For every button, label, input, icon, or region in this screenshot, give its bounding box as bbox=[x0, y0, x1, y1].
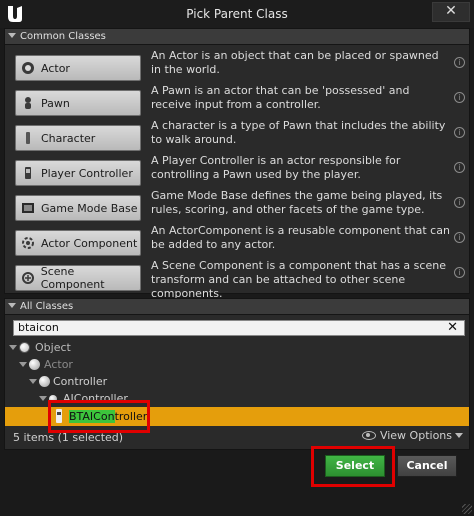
close-button[interactable]: ✕ bbox=[432, 2, 470, 22]
info-icon[interactable]: i bbox=[454, 127, 465, 138]
class-row-scene-component: Scene Component A Scene Component is a c… bbox=[15, 259, 465, 300]
tree-item-actor[interactable]: Actor bbox=[5, 356, 469, 373]
class-row-character: Character A character is a type of Pawn … bbox=[15, 119, 465, 151]
common-classes-header[interactable]: Common Classes bbox=[5, 29, 469, 45]
actor-component-icon bbox=[20, 235, 36, 251]
actor-icon bbox=[20, 60, 36, 76]
expand-arrow-icon[interactable] bbox=[9, 345, 17, 350]
expand-arrow-icon[interactable] bbox=[29, 379, 37, 384]
character-icon bbox=[20, 130, 36, 146]
character-class-button[interactable]: Character bbox=[15, 125, 141, 151]
class-row-actor: Actor An Actor is an object that can be … bbox=[15, 49, 465, 81]
scene-component-description: A Scene Component is a component that ha… bbox=[151, 259, 446, 300]
player-controller-class-button[interactable]: Player Controller bbox=[15, 160, 141, 186]
player-controller-description: A Player Controller is an actor responsi… bbox=[151, 154, 401, 181]
common-classes-panel: Common Classes Actor An Actor is an obje… bbox=[4, 28, 470, 300]
player-controller-icon bbox=[20, 165, 36, 181]
pawn-class-button[interactable]: Pawn bbox=[15, 90, 141, 116]
annotation-box-tree-item bbox=[48, 400, 150, 433]
collapse-arrow-icon bbox=[8, 303, 16, 308]
info-icon[interactable]: i bbox=[454, 92, 465, 103]
character-description: A character is a type of Pawn that inclu… bbox=[151, 119, 446, 146]
expand-arrow-icon[interactable] bbox=[19, 362, 27, 367]
collapse-arrow-icon bbox=[8, 33, 16, 38]
search-value: btaicon bbox=[18, 321, 59, 334]
actor-class-button[interactable]: Actor bbox=[15, 55, 141, 81]
resize-grip-icon[interactable] bbox=[462, 504, 472, 514]
view-options-button[interactable]: View Options bbox=[361, 429, 463, 442]
info-icon[interactable]: i bbox=[454, 162, 465, 173]
scene-component-class-button[interactable]: Scene Component bbox=[15, 265, 141, 291]
actor-description: An Actor is an object that can be placed… bbox=[151, 49, 439, 76]
title-bar: Pick Parent Class ✕ bbox=[0, 0, 474, 28]
info-icon[interactable]: i bbox=[454, 232, 465, 243]
scene-component-icon bbox=[20, 270, 36, 286]
class-row-pawn: Pawn A Pawn is an actor that can be 'pos… bbox=[15, 84, 465, 116]
window-title: Pick Parent Class bbox=[186, 7, 288, 21]
pawn-description: A Pawn is an actor that can be 'possesse… bbox=[151, 84, 410, 111]
game-mode-icon bbox=[20, 200, 36, 216]
eye-icon bbox=[361, 431, 376, 440]
class-row-player-controller: Player Controller A Player Controller is… bbox=[15, 154, 465, 186]
tree-item-object[interactable]: Object bbox=[5, 339, 469, 356]
pawn-icon bbox=[20, 95, 36, 111]
info-icon[interactable]: i bbox=[454, 197, 465, 208]
game-mode-base-description: Game Mode Base defines the game being pl… bbox=[151, 189, 443, 216]
actor-component-description: An ActorComponent is a reusable componen… bbox=[151, 224, 450, 251]
info-icon[interactable]: i bbox=[454, 267, 465, 278]
class-row-actor-component: Actor Component An ActorComponent is a r… bbox=[15, 224, 465, 256]
clear-search-icon[interactable]: ✕ bbox=[447, 321, 458, 335]
chevron-down-icon bbox=[455, 433, 463, 438]
tree-item-controller[interactable]: Controller bbox=[5, 373, 469, 390]
cancel-button[interactable]: Cancel bbox=[397, 455, 457, 477]
class-orb-icon bbox=[29, 359, 40, 370]
class-orb-icon bbox=[39, 376, 50, 387]
game-mode-base-class-button[interactable]: Game Mode Base bbox=[15, 195, 141, 221]
class-row-game-mode-base: Game Mode Base Game Mode Base defines th… bbox=[15, 189, 465, 221]
class-search-input[interactable]: btaicon ✕ bbox=[13, 320, 465, 336]
info-icon[interactable]: i bbox=[454, 57, 465, 68]
expand-arrow-icon[interactable] bbox=[39, 396, 47, 401]
class-orb-icon bbox=[19, 342, 30, 353]
actor-component-class-button[interactable]: Actor Component bbox=[15, 230, 141, 256]
annotation-box-select bbox=[311, 446, 395, 487]
all-classes-header[interactable]: All Classes bbox=[5, 299, 469, 315]
